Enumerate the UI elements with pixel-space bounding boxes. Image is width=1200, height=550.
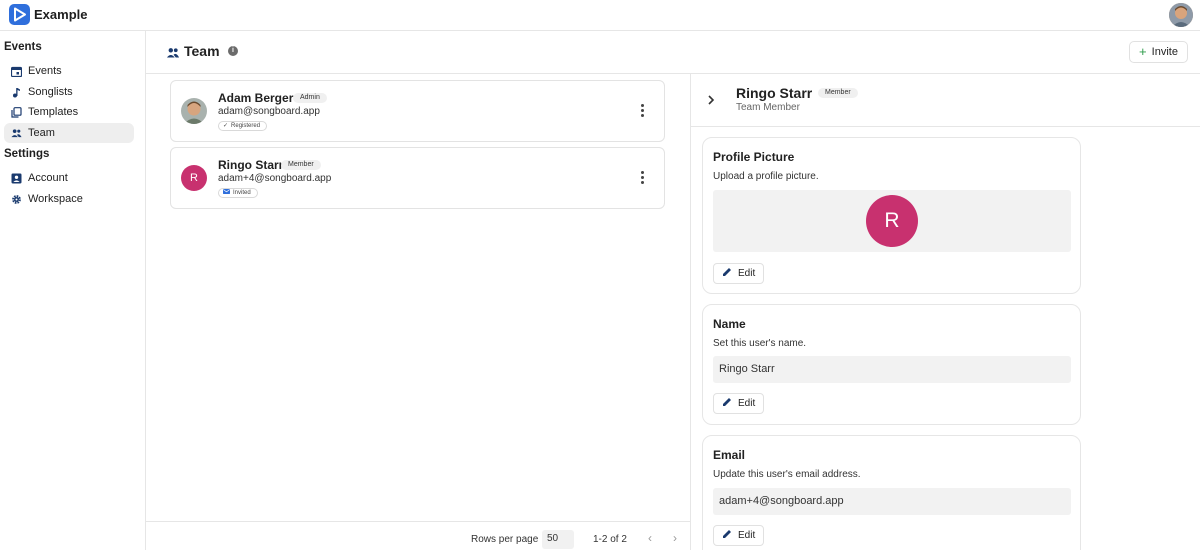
status-label: Registered bbox=[231, 123, 261, 129]
status-badge: Invited bbox=[218, 188, 258, 198]
sidebar-item-workspace[interactable]: Workspace bbox=[4, 189, 134, 209]
avatar: R bbox=[181, 165, 207, 191]
name-field[interactable]: Ringo Starr bbox=[713, 356, 1071, 383]
section-title: Profile Picture bbox=[713, 150, 795, 164]
email-section: Email Update this user's email address. … bbox=[702, 435, 1081, 550]
member-list: Adam Berger Admin adam@songboard.app ✓ R… bbox=[146, 74, 690, 521]
section-description: Set this user's name. bbox=[713, 338, 807, 349]
app-logo-icon[interactable] bbox=[9, 4, 30, 25]
people-icon bbox=[11, 128, 22, 139]
sidebar-item-songlists[interactable]: Songlists bbox=[4, 82, 134, 102]
edit-label: Edit bbox=[738, 268, 756, 279]
profile-picture-preview: R bbox=[713, 190, 1071, 252]
page-header: Team i + Invite bbox=[146, 31, 1200, 74]
account-box-icon bbox=[11, 173, 22, 184]
role-badge: Member bbox=[281, 160, 321, 170]
member-email: adam@songboard.app bbox=[218, 106, 320, 117]
status-badge: ✓ Registered bbox=[218, 121, 268, 131]
sidebar-section-settings: Settings bbox=[4, 148, 50, 160]
sidebar-item-templates[interactable]: Templates bbox=[4, 102, 134, 122]
sidebar-item-label: Account bbox=[28, 172, 68, 184]
edit-email-button[interactable]: Edit bbox=[713, 525, 764, 546]
sidebar-item-events[interactable]: Events bbox=[4, 61, 134, 81]
profile-picture-section: Profile Picture Upload a profile picture… bbox=[702, 137, 1081, 294]
info-icon[interactable]: i bbox=[228, 46, 238, 56]
sidebar-item-account[interactable]: Account bbox=[4, 168, 134, 188]
sidebar-item-label: Songlists bbox=[28, 86, 73, 98]
section-title: Name bbox=[713, 317, 746, 331]
member-card[interactable]: Adam Berger Admin adam@songboard.app ✓ R… bbox=[170, 80, 665, 142]
detail-subtitle: Team Member bbox=[736, 102, 800, 113]
section-description: Update this user's email address. bbox=[713, 469, 861, 480]
section-title: Email bbox=[713, 448, 746, 462]
page-range: 1-2 of 2 bbox=[593, 534, 627, 545]
gear-icon bbox=[11, 194, 22, 205]
pencil-icon bbox=[722, 397, 732, 410]
member-detail-panel: Ringo Starr Member Team Member Profile P… bbox=[690, 74, 1200, 550]
copy-icon bbox=[11, 106, 22, 118]
music-note-icon bbox=[11, 87, 22, 98]
member-card[interactable]: R Ringo Starr Member adam+4@songboard.ap… bbox=[170, 147, 665, 209]
people-icon bbox=[166, 45, 180, 63]
pagination-footer: Rows per page 50 1-2 of 2 ‹ › bbox=[146, 521, 690, 550]
top-bar: Example bbox=[0, 0, 1200, 31]
invite-button[interactable]: + Invite bbox=[1129, 41, 1188, 63]
invite-button-label: Invite bbox=[1151, 46, 1178, 58]
role-badge: Admin bbox=[293, 93, 327, 103]
pencil-icon bbox=[722, 529, 732, 542]
member-name: Ringo Starr bbox=[218, 158, 284, 172]
member-name: Adam Berger bbox=[218, 91, 294, 105]
sidebar-section-events: Events bbox=[4, 41, 42, 53]
sidebar-item-label: Team bbox=[28, 127, 55, 139]
status-label: Invited bbox=[233, 190, 251, 196]
edit-name-button[interactable]: Edit bbox=[713, 393, 764, 414]
detail-header: Ringo Starr Member Team Member bbox=[691, 74, 1200, 127]
detail-name: Ringo Starr bbox=[736, 85, 813, 101]
edit-label: Edit bbox=[738, 398, 756, 409]
edit-profile-picture-button[interactable]: Edit bbox=[713, 263, 764, 284]
pencil-icon bbox=[722, 267, 732, 280]
calendar-icon bbox=[11, 66, 22, 77]
edit-label: Edit bbox=[738, 530, 756, 541]
rows-per-page-label: Rows per page bbox=[471, 534, 539, 545]
avatar bbox=[181, 98, 207, 124]
check-icon: ✓ bbox=[223, 123, 229, 129]
rows-per-page-select[interactable]: 50 bbox=[542, 530, 574, 549]
role-badge: Member bbox=[818, 88, 858, 98]
app-title: Example bbox=[34, 7, 88, 22]
plus-icon: + bbox=[1139, 44, 1147, 59]
section-description: Upload a profile picture. bbox=[713, 171, 819, 182]
chevron-right-icon[interactable] bbox=[707, 94, 717, 106]
member-email: adam+4@songboard.app bbox=[218, 173, 332, 184]
more-options-icon[interactable] bbox=[637, 103, 647, 119]
next-page-icon[interactable]: › bbox=[669, 532, 681, 546]
sidebar: Events Events Songlists Templates Team S… bbox=[0, 31, 146, 550]
sidebar-item-team[interactable]: Team bbox=[4, 123, 134, 143]
more-options-icon[interactable] bbox=[637, 170, 647, 186]
email-field[interactable]: adam+4@songboard.app bbox=[713, 488, 1071, 515]
avatar: R bbox=[866, 195, 918, 247]
user-avatar[interactable] bbox=[1169, 3, 1193, 27]
sidebar-item-label: Workspace bbox=[28, 193, 83, 205]
mail-icon bbox=[223, 189, 230, 197]
previous-page-icon[interactable]: ‹ bbox=[644, 532, 656, 546]
name-section: Name Set this user's name. Ringo Starr E… bbox=[702, 304, 1081, 425]
page-title: Team bbox=[184, 43, 220, 59]
sidebar-item-label: Templates bbox=[28, 106, 79, 118]
sidebar-item-label: Events bbox=[28, 65, 62, 77]
